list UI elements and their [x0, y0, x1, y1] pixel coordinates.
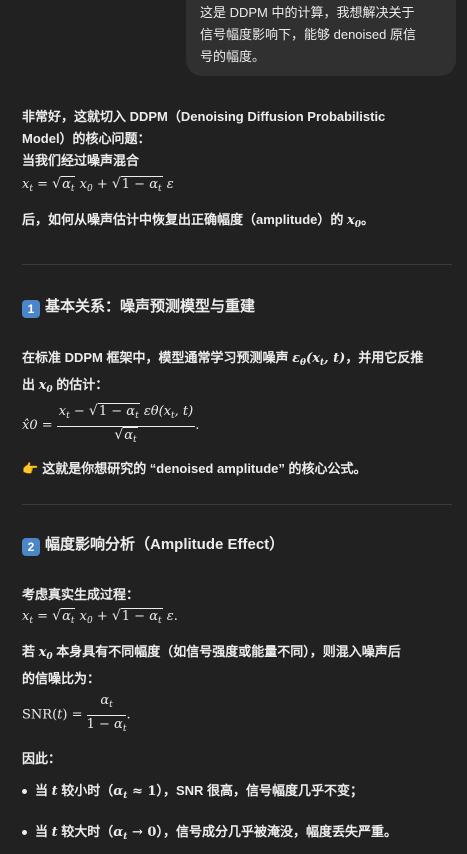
section-divider — [22, 504, 452, 505]
user-message-line: 这是 DDPM 中的计算，我想解决关于 — [200, 5, 415, 20]
paragraph-line: 出 x0 的估计： — [22, 377, 109, 395]
list-item: 当 t 较大时（αt → 0），信号成分几乎被淹没，幅度丢失严重。 — [22, 821, 453, 848]
intro-line: 非常好，这就切入 DDPM（Denoising Diffusion Probab… — [22, 109, 386, 124]
assistant-intro: 非常好，这就切入 DDPM（Denoising Diffusion Probab… — [22, 106, 453, 236]
section-2-heading: 2 幅度影响分析（Amplitude Effect） — [22, 533, 453, 557]
section-2-body: 考虑真实生成过程： xt = √αt x0 + √1 − αt ε. 若 x0 … — [22, 584, 453, 848]
intro-line: Model）的核心问题： — [22, 131, 151, 146]
paragraph-line: 的信噪比为： — [22, 671, 101, 686]
user-message-bubble: 这是 DDPM 中的计算，我想解决关于 信号幅度影响下，能够 denoised … — [186, 0, 456, 76]
paragraph-line: 考虑真实生成过程： — [22, 587, 140, 602]
section-1: 1 基本关系：噪声预测模型与重建 — [22, 295, 453, 319]
intro-line: 当我们经过噪声混合 — [22, 153, 140, 168]
forward-process-equation: xt = √αt x0 + √1 − αt ε — [22, 176, 453, 197]
chat-page: 这是 DDPM 中的计算，我想解决关于 信号幅度影响下，能够 denoised … — [0, 0, 467, 854]
paragraph-line: 若 x0 本身具有不同幅度（如信号强度或能量不同），则混入噪声后 — [22, 644, 401, 662]
bullet-icon — [22, 830, 27, 836]
note-line: 👉 这就是你想研究的 “denoised amplitude” 的核心公式。 — [22, 458, 453, 480]
generation-equation: xt = √αt x0 + √1 − αt ε. — [22, 608, 453, 629]
pointing-finger-icon: 👉 — [22, 461, 39, 476]
snr-equation: SNR(t) = αt 1 − αt . — [22, 693, 131, 734]
paragraph-line: 因此： — [22, 751, 62, 766]
reconstruction-equation: x̂0 = xt − √1 − αt εθ(xt, t) √αt . — [22, 403, 453, 448]
keycap-2-icon: 2 — [22, 538, 40, 556]
list-item: 当 t 较小时（αt ≈ 1），SNR 很高，信号幅度几乎不变； — [22, 780, 453, 807]
section-2: 2 幅度影响分析（Amplitude Effect） — [22, 533, 453, 557]
intro-line: 后，如何从噪声估计中恢复出正确幅度（amplitude）的 x0。 — [22, 212, 375, 230]
section-divider — [22, 264, 452, 265]
keycap-1-icon: 1 — [22, 300, 40, 318]
paragraph-line: 在标准 DDPM 框架中，模型通常学习预测噪声 εθ(xt, t)，并用它反推 — [22, 350, 424, 368]
bullet-icon — [22, 789, 27, 795]
user-message-line: 号的幅度。 — [200, 49, 266, 64]
user-message-line: 信号幅度影响下，能够 denoised 原信 — [200, 27, 416, 42]
section-1-body: 在标准 DDPM 框架中，模型通常学习预测噪声 εθ(xt, t)，并用它反推 … — [22, 347, 453, 480]
section-1-heading: 1 基本关系：噪声预测模型与重建 — [22, 295, 453, 319]
